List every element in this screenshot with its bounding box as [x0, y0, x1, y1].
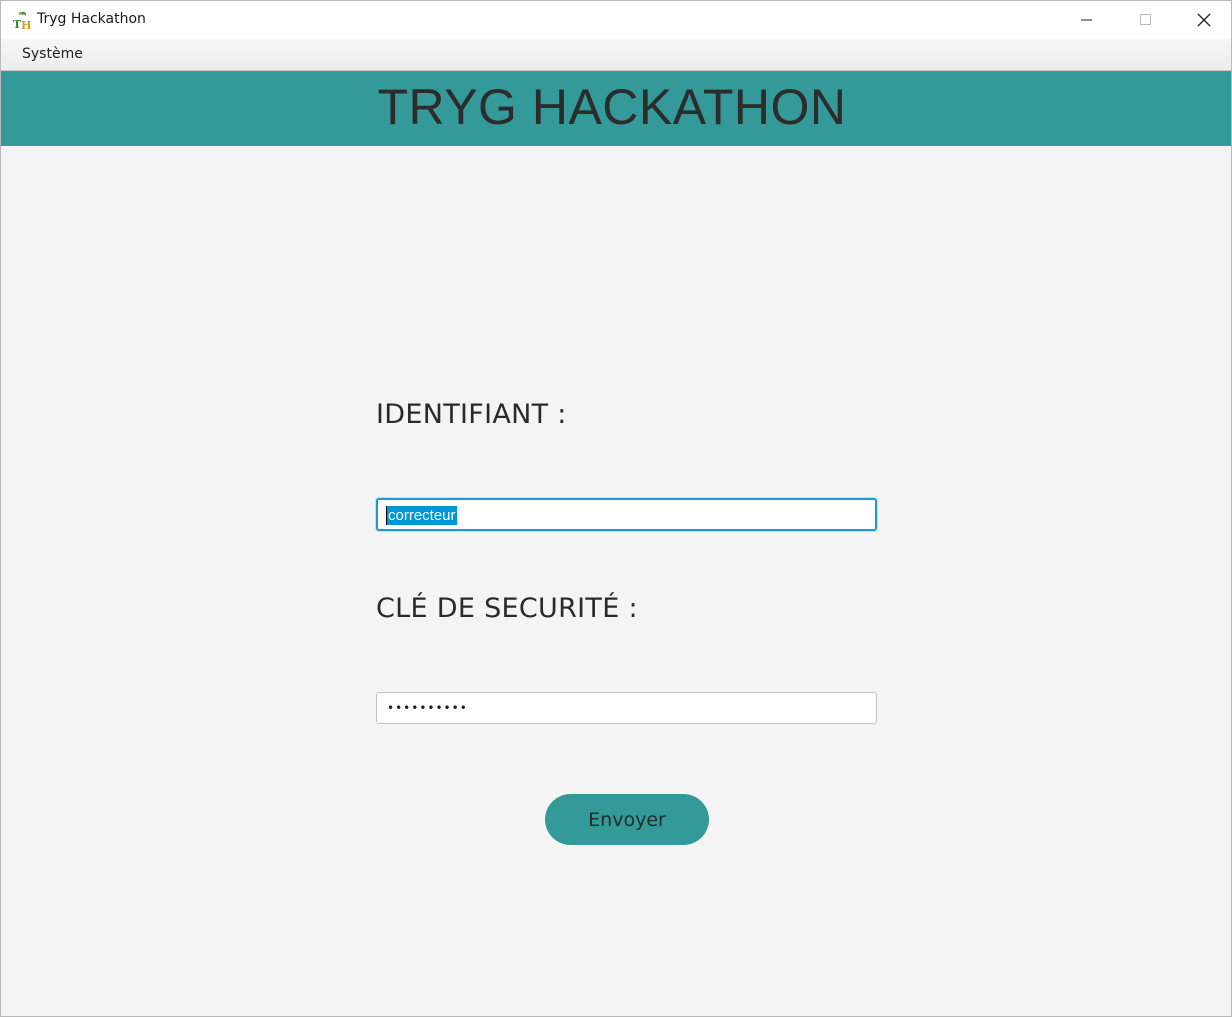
- title-bar[interactable]: T H Tryg Hackathon: [1, 1, 1231, 39]
- minimize-icon: [1081, 19, 1092, 21]
- menu-bar: Système: [1, 39, 1231, 71]
- submit-button[interactable]: Envoyer: [545, 794, 709, 845]
- maximize-button[interactable]: [1117, 1, 1175, 39]
- app-window: T H Tryg Hackathon Système TRYG HACKATHO…: [0, 0, 1232, 1017]
- app-logo-icon: T H: [13, 11, 31, 30]
- svg-text:H: H: [21, 19, 31, 30]
- menu-item-systeme[interactable]: Système: [13, 44, 92, 64]
- window-title: Tryg Hackathon: [37, 11, 146, 27]
- password-value: ••••••••••: [387, 701, 468, 715]
- identifier-value: correcteur: [387, 506, 457, 525]
- minimize-button[interactable]: [1058, 1, 1116, 39]
- close-icon: [1197, 13, 1211, 27]
- security-key-label: CLÉ DE SECURITÉ :: [376, 593, 638, 624]
- identifier-input[interactable]: correcteur: [376, 498, 877, 531]
- identifier-label: IDENTIFIANT :: [376, 399, 567, 430]
- header-banner: TRYG HACKATHON: [1, 71, 1231, 146]
- security-key-input[interactable]: ••••••••••: [376, 692, 877, 724]
- maximize-icon: [1140, 14, 1151, 25]
- close-button[interactable]: [1175, 1, 1231, 39]
- page-title: TRYG HACKATHON: [377, 78, 847, 135]
